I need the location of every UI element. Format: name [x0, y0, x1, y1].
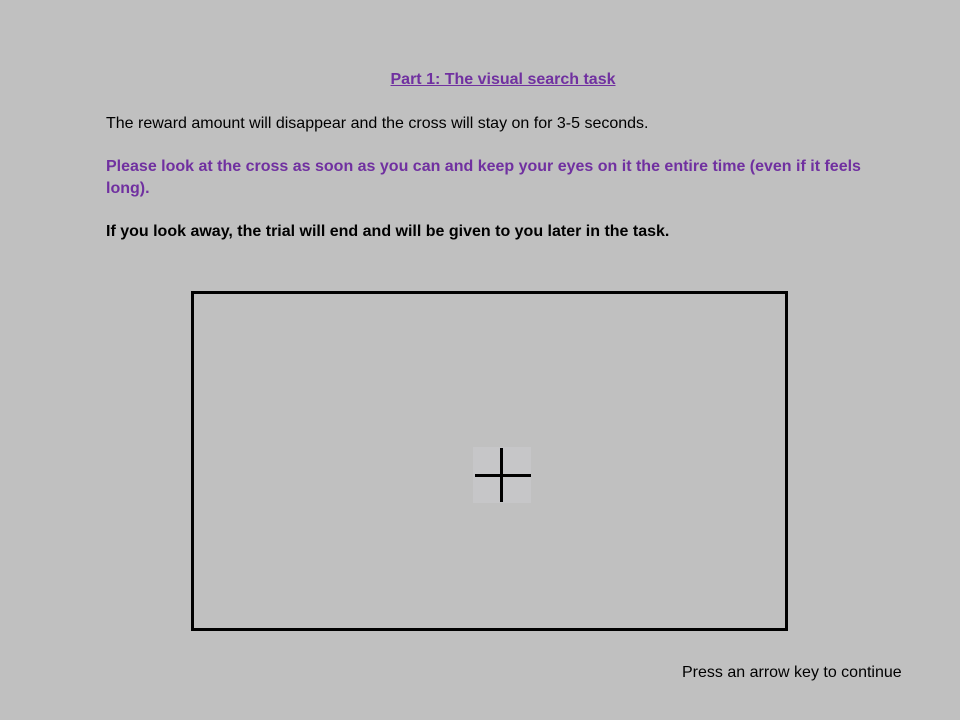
instruction-look-away-warning: If you look away, the trial will end and… [106, 223, 670, 240]
instruction-screen: Part 1: The visual search task The rewar… [0, 0, 960, 720]
fixation-cross-vertical [500, 448, 503, 502]
continue-prompt: Press an arrow key to continue [682, 664, 902, 681]
page-title: Part 1: The visual search task [390, 71, 616, 88]
fixation-cross-horizontal [475, 474, 531, 477]
instruction-reward-disappear: The reward amount will disappear and the… [106, 115, 649, 132]
instruction-look-at-cross: Please look at the cross as soon as you … [106, 158, 861, 197]
